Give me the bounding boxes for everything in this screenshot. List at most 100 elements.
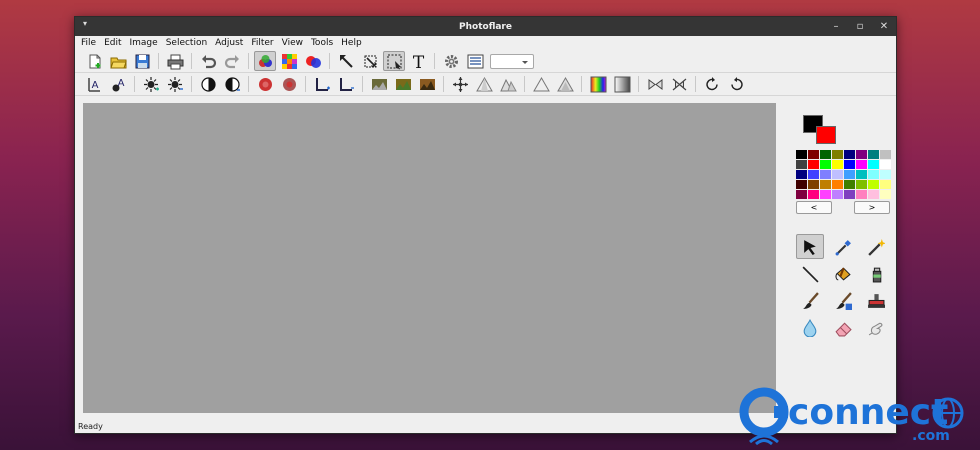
palette-swatch[interactable] <box>856 180 868 190</box>
flip-vertical-button[interactable]: A <box>107 74 129 94</box>
palette-swatch[interactable] <box>856 160 868 170</box>
menu-filter[interactable]: Filter <box>251 38 273 48</box>
brightness-up-button[interactable] <box>140 74 162 94</box>
palette-swatch[interactable] <box>820 160 832 170</box>
paintbrush-button[interactable] <box>796 288 824 313</box>
pixelate-palette-button[interactable] <box>278 51 300 71</box>
palette-swatch[interactable] <box>832 170 844 180</box>
pointer-button[interactable] <box>796 234 824 259</box>
menu-view[interactable]: View <box>282 38 303 48</box>
print-button[interactable] <box>164 51 186 71</box>
rotate-cw-button[interactable] <box>725 74 747 94</box>
palette-swatch[interactable] <box>832 150 844 160</box>
triangle-a-button[interactable] <box>473 74 495 94</box>
palette-swatch[interactable] <box>856 150 868 160</box>
palette-swatch[interactable] <box>880 170 892 180</box>
palette-swatch[interactable] <box>796 150 808 160</box>
color-picker-mode-button[interactable] <box>254 51 276 71</box>
line-button[interactable] <box>796 261 824 286</box>
palette-swatch[interactable] <box>844 150 856 160</box>
menu-help[interactable]: Help <box>341 38 362 48</box>
blur-drop-button[interactable] <box>796 315 824 340</box>
palette-swatch[interactable] <box>820 180 832 190</box>
palette-swatch[interactable] <box>796 180 808 190</box>
menu-selection[interactable]: Selection <box>166 38 207 48</box>
palette-swatch[interactable] <box>808 180 820 190</box>
settings-gear-button[interactable] <box>440 51 462 71</box>
paint-bucket-button[interactable] <box>829 261 857 286</box>
smudge-button[interactable] <box>862 315 890 340</box>
palette-swatch[interactable] <box>808 160 820 170</box>
gradient-rainbow-button[interactable] <box>587 74 609 94</box>
palette-next-button[interactable]: > <box>854 201 890 214</box>
palette-swatch[interactable] <box>796 190 808 200</box>
flip-horizontal-button[interactable]: A <box>83 74 105 94</box>
menu-image[interactable]: Image <box>130 38 158 48</box>
menu-adjust[interactable]: Adjust <box>215 38 243 48</box>
palette-swatch[interactable] <box>808 190 820 200</box>
palette-swatch[interactable] <box>856 190 868 200</box>
color-circles-button[interactable] <box>302 51 324 71</box>
saturation-up-button[interactable] <box>254 74 276 94</box>
contrast-b-button[interactable] <box>221 74 243 94</box>
stamp-button[interactable] <box>862 288 890 313</box>
palette-swatch[interactable] <box>880 180 892 190</box>
eyedropper-button[interactable] <box>829 234 857 259</box>
background-color-swatch[interactable] <box>816 126 836 144</box>
palette-swatch[interactable] <box>820 150 832 160</box>
image-canvas[interactable] <box>83 103 776 413</box>
contrast-button[interactable] <box>197 74 219 94</box>
sepia-button[interactable] <box>416 74 438 94</box>
palette-swatch[interactable] <box>832 160 844 170</box>
auto-contrast-button[interactable] <box>392 74 414 94</box>
text-tool-button[interactable]: T <box>407 51 429 71</box>
auto-levels-button[interactable] <box>368 74 390 94</box>
magic-wand-button[interactable] <box>862 234 890 259</box>
menu-edit[interactable]: Edit <box>104 38 121 48</box>
flip-b-button[interactable] <box>668 74 690 94</box>
spray-can-button[interactable] <box>862 261 890 286</box>
crop-resize-button[interactable] <box>359 51 381 71</box>
move-drag-button[interactable] <box>449 74 471 94</box>
palette-swatch[interactable] <box>868 160 880 170</box>
brightness-down-button[interactable] <box>164 74 186 94</box>
menu-tools[interactable]: Tools <box>311 38 333 48</box>
window-menu-icon[interactable]: ▾ <box>83 19 87 28</box>
new-document-button[interactable] <box>83 51 105 71</box>
palette-swatch[interactable] <box>844 190 856 200</box>
palette-swatch[interactable] <box>844 160 856 170</box>
minimize-button[interactable]: – <box>830 21 842 32</box>
palette-swatch[interactable] <box>880 190 892 200</box>
palette-swatch[interactable] <box>880 150 892 160</box>
gamma-up-button[interactable] <box>311 74 333 94</box>
triangle-c-button[interactable] <box>530 74 552 94</box>
palette-swatch[interactable] <box>796 160 808 170</box>
flip-a-button[interactable] <box>644 74 666 94</box>
palette-swatch[interactable] <box>868 150 880 160</box>
close-button[interactable]: ✕ <box>878 21 890 32</box>
palette-swatch[interactable] <box>844 180 856 190</box>
rotate-ccw-button[interactable] <box>701 74 723 94</box>
palette-swatch[interactable] <box>844 170 856 180</box>
palette-swatch[interactable] <box>820 170 832 180</box>
marquee-select-button[interactable] <box>383 51 405 71</box>
palette-prev-button[interactable]: < <box>796 201 832 214</box>
triangle-d-button[interactable] <box>554 74 576 94</box>
palette-swatch[interactable] <box>868 190 880 200</box>
preferences-list-button[interactable] <box>464 51 486 71</box>
gamma-down-button[interactable] <box>335 74 357 94</box>
palette-swatch[interactable] <box>796 170 808 180</box>
palette-swatch[interactable] <box>868 170 880 180</box>
palette-swatch[interactable] <box>832 190 844 200</box>
open-folder-button[interactable] <box>107 51 129 71</box>
eraser-button[interactable] <box>829 315 857 340</box>
maximize-button[interactable]: ▫ <box>854 21 866 32</box>
triangle-b-button[interactable] <box>497 74 519 94</box>
redo-button[interactable] <box>221 51 243 71</box>
smart-brush-button[interactable] <box>829 288 857 313</box>
palette-swatch[interactable] <box>808 150 820 160</box>
gradient-grey-button[interactable] <box>611 74 633 94</box>
saturation-down-button[interactable] <box>278 74 300 94</box>
palette-swatch[interactable] <box>820 190 832 200</box>
undo-button[interactable] <box>197 51 219 71</box>
